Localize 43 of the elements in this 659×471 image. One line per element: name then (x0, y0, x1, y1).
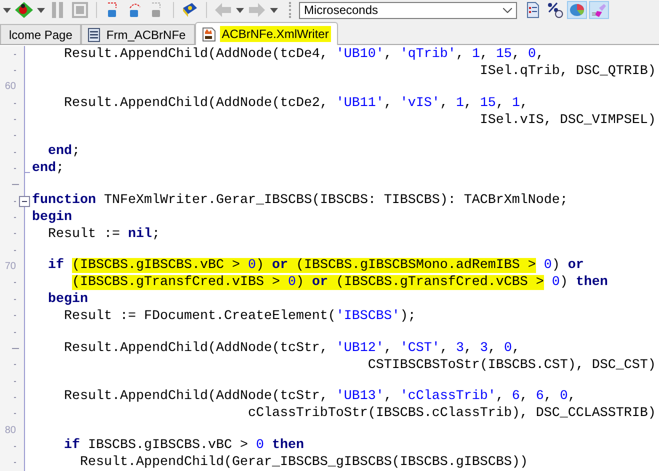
code-line: if (IBSCBS.gIBSCBS.vBC > 0) or (IBSCBS.gIBSCBSMono.adRemIBS > 0) or (46, 257, 585, 274)
code-line: Result := nil; (46, 226, 161, 243)
code-line: Result := FDocument.CreateElement('IBSCBS'); (62, 308, 417, 326)
line-number: 80 (4, 424, 16, 436)
form-icon (88, 28, 100, 42)
code-line: (IBSCBS.gTransfCred.vIBS > 0) or (IBSCBS.gTransfCred.vCBS > 0) then (71, 274, 609, 292)
code-line: Result.AppendChild(AddNode(tcDe2, 'UB11', 'vIS', 1, 15, 1, (62, 94, 529, 112)
list-document-icon[interactable] (527, 2, 539, 18)
code-line: Result.AppendChild(AddNode(tcStr, 'UB12', 'CST', 3, 3, 0, (62, 340, 521, 357)
editor-tab[interactable]: Frm_ACBrNFe (81, 24, 195, 44)
bug-icon[interactable] (15, 2, 33, 18)
code-line: cClassTribToStr(IBSCBS.cClassTrib), DSC_CCLASSTRIB) (246, 405, 657, 422)
percent-clock-icon[interactable] (547, 2, 563, 18)
step-icon[interactable] (127, 2, 143, 18)
eraser-icon[interactable] (591, 2, 607, 18)
caret-icon[interactable] (3, 8, 11, 12)
pie-chart-icon[interactable] (569, 3, 585, 17)
code-line: if IBSCBS.gIBSCBS.vBC > 0 then (62, 437, 305, 454)
code-line: Result.AppendChild(AddNode(tcDe4, 'UB10', 'qTrib', 1, 15, 0, (62, 46, 545, 63)
line-marker (12, 184, 19, 186)
code-line: Result.AppendChild(AddNode(tcStr, 'UB13', 'cClassTrib', 6, 6, 0, (62, 388, 577, 406)
caret-icon[interactable] (236, 8, 244, 12)
collapse-icon[interactable] (19, 196, 30, 208)
caret-icon[interactable] (37, 8, 45, 12)
help-book-icon[interactable] (181, 2, 199, 18)
editor-tab[interactable]: ACBrNFe.XmlWriter (194, 22, 338, 45)
document-icon (202, 26, 216, 42)
code-line: CSTIBSCBSToStr(IBSCBS.CST), DSC_CST) (366, 356, 657, 374)
code-line: begin (46, 291, 89, 308)
code-line: ISel.qTrib, DSC_QTRIB) (478, 63, 657, 80)
code-line: ISel.vIS, DSC_VIMPSEL) (478, 112, 657, 129)
code-line: end; (32, 160, 65, 178)
line-number: 70 (4, 261, 16, 272)
timing-select[interactable]: Microseconds (299, 2, 517, 18)
code-line: begin (32, 208, 73, 226)
chevron-down-icon (503, 8, 512, 12)
line-number: 60 (4, 81, 16, 92)
caret-icon[interactable] (270, 8, 278, 12)
code-line: end; (46, 143, 81, 160)
line-marker (12, 348, 19, 349)
code-line: Result.AppendChild(Gerar_IBSCBS_gIBSCBS(IBSCBS.gIBSCBS)) (78, 454, 529, 471)
editor-tab[interactable]: lcome Page (0, 24, 82, 44)
code-line: function TNFeXmlWriter.Gerar_IBSCBS(IBSCBS: TIBSCBS): TACBrXmlNode; (32, 192, 569, 209)
